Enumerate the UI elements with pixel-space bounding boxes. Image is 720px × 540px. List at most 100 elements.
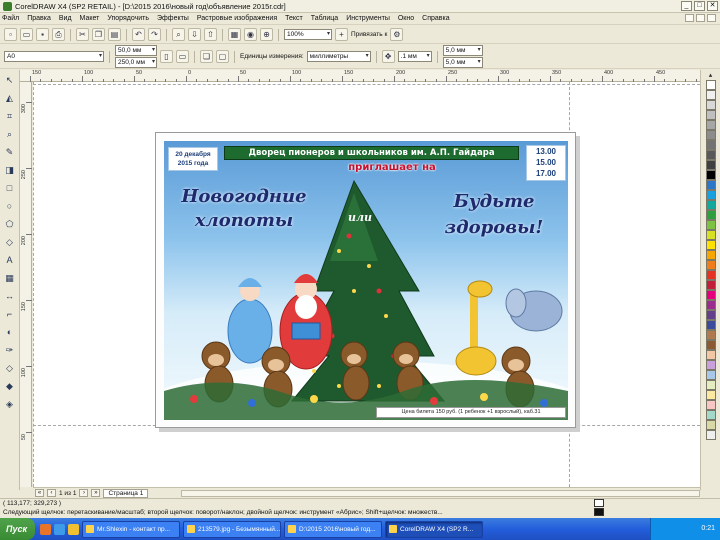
app-launcher-icon[interactable]: ▦ [228,28,241,41]
menu-file[interactable]: Файл [2,15,19,22]
save-icon[interactable]: ▪ [36,28,49,41]
import-icon[interactable]: ⇩ [188,28,201,41]
palette-swatch[interactable] [705,420,716,430]
doc-minimize-button[interactable] [685,14,694,22]
minimize-button[interactable]: _ [681,1,692,11]
blend-icon[interactable]: ◐ [3,325,17,339]
ellipse-icon[interactable]: ○ [3,199,17,213]
palette-swatch[interactable] [705,360,716,370]
palette-swatch[interactable] [705,250,716,260]
horizontal-ruler[interactable]: 150 100 50 0 50 100 150 200 250 300 350 400 450 [20,70,700,82]
palette-swatch[interactable] [705,130,716,140]
welcome-icon[interactable]: ◉ [244,28,257,41]
palette-swatch[interactable] [705,180,716,190]
palette-swatch[interactable] [705,330,716,340]
menu-window[interactable]: Окно [398,15,414,22]
palette-swatch[interactable] [705,290,716,300]
undo-icon[interactable]: ↶ [132,28,145,41]
palette-swatch[interactable] [705,350,716,360]
palette-swatch[interactable] [705,170,716,180]
first-page-icon[interactable]: « [35,489,44,497]
snap-to-label[interactable]: Привязать к [351,31,387,38]
outline-swatch[interactable] [594,508,604,516]
doc-restore-button[interactable] [696,14,705,22]
horizontal-scrollbar[interactable] [181,489,700,497]
palette-swatch[interactable] [705,240,716,250]
copy-icon[interactable]: ❐ [92,28,105,41]
crop-icon[interactable]: ⌗ [3,109,17,123]
next-page-icon[interactable]: › [79,489,89,497]
prev-page-icon[interactable]: ‹ [47,489,56,497]
palette-swatch[interactable] [705,320,716,330]
taskbar-item[interactable]: D:\2015 2016\новый год... [284,520,383,538]
taskbar-item[interactable]: 213579.jpg - Безымянный... [183,520,282,538]
menu-text[interactable]: Текст [285,15,303,22]
portrait-icon[interactable]: ▯ [160,50,173,63]
palette-scroll-up-icon[interactable]: ▴ [709,72,713,80]
paste-icon[interactable]: ▤ [108,28,121,41]
taskbar-item-active[interactable]: CorelDRAW X4 (SP2 R... [385,520,484,538]
menu-table[interactable]: Таблица [311,15,338,22]
connector-icon[interactable]: ⌐ [3,307,17,321]
paper-size-combo[interactable]: A0 [4,51,104,62]
duplicate-x-field[interactable]: 5,0 мм [442,45,483,56]
rectangle-icon[interactable]: □ [3,181,17,195]
palette-swatch[interactable] [705,190,716,200]
ie-icon[interactable] [54,523,66,535]
palette-swatch[interactable] [705,210,716,220]
page-height-field[interactable]: 250,0 мм [115,57,157,68]
palette-swatch[interactable] [705,200,716,210]
palette-swatch[interactable] [705,160,716,170]
close-button[interactable]: ✕ [707,1,718,11]
page-width-field[interactable]: 50,0 мм [115,45,157,56]
print-icon[interactable]: ⎙ [52,28,65,41]
palette-swatch[interactable] [705,140,716,150]
nudge-field[interactable]: .1 мм [397,51,432,62]
pick-icon[interactable]: ↖ [3,73,17,87]
palette-swatch[interactable] [705,220,716,230]
palette-swatch[interactable] [705,80,716,90]
palette-swatch[interactable] [705,370,716,380]
menu-edit[interactable]: Правка [27,15,51,22]
redo-icon[interactable]: ↷ [148,28,161,41]
freehand-icon[interactable]: ✎ [3,145,17,159]
start-button[interactable]: Пуск [0,518,36,540]
all-pages-icon[interactable]: ❏ [200,50,213,63]
palette-swatch[interactable] [705,260,716,270]
palette-swatch[interactable] [705,270,716,280]
interactive-fill-icon[interactable]: ◈ [3,397,17,411]
export-icon[interactable]: ⇧ [204,28,217,41]
palette-swatch[interactable] [705,150,716,160]
eyedropper-icon[interactable]: ✑ [3,343,17,357]
menu-arrange[interactable]: Упорядочить [107,15,149,22]
vertical-ruler[interactable]: 300 250 200 150 100 50 [20,82,32,487]
fill-swatch[interactable] [594,499,604,507]
poster-image[interactable]: 20 декабря 2015 года Дворец пионеров и ш… [164,141,568,420]
menu-view[interactable]: Вид [59,15,72,22]
palette-swatch[interactable] [705,100,716,110]
page-tab[interactable]: Страница 1 [103,488,149,498]
landscape-icon[interactable]: ▭ [176,50,189,63]
palette-swatch[interactable] [705,340,716,350]
polygon-icon[interactable]: ⬠ [3,217,17,231]
firefox-icon[interactable] [40,523,52,535]
palette-swatch[interactable] [705,120,716,130]
palette-swatch[interactable] [705,430,716,440]
palette-swatch[interactable] [705,310,716,320]
zoom-in-icon[interactable]: + [335,28,348,41]
zoom-combo[interactable]: 100% [284,29,332,40]
menu-tools[interactable]: Инструменты [346,15,390,22]
drawing-canvas[interactable]: 20 декабря 2015 года Дворец пионеров и ш… [33,82,700,487]
taskbar-item[interactable]: Mr.Shlexin - контакт пр... [82,520,181,538]
maximize-button[interactable]: □ [694,1,705,11]
menu-layout[interactable]: Макет [80,15,100,22]
fill-icon[interactable]: ◆ [3,379,17,393]
basic-shapes-icon[interactable]: ◇ [3,235,17,249]
palette-swatch[interactable] [705,390,716,400]
new-icon[interactable]: ▫ [4,28,17,41]
menu-bitmaps[interactable]: Растровые изображения [197,15,277,22]
doc-close-button[interactable] [707,14,716,22]
zoom-icon[interactable]: ⌕ [3,127,17,141]
palette-swatch[interactable] [705,230,716,240]
units-combo[interactable]: миллиметры [306,51,371,62]
